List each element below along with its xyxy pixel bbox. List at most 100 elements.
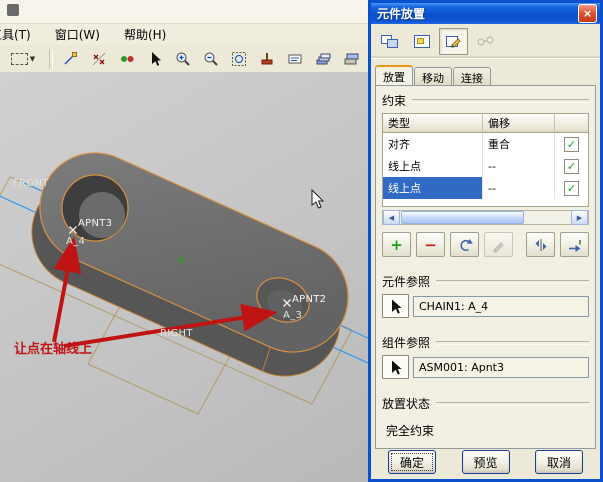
annotation-text: 让点在轴线上 bbox=[14, 338, 92, 357]
component-ref-select-button[interactable] bbox=[382, 294, 409, 318]
mouse-cursor bbox=[312, 190, 323, 208]
constraint-enabled-cell: ✓ bbox=[555, 133, 588, 155]
constraint-enabled-checkbox[interactable]: ✓ bbox=[564, 159, 579, 174]
view-manager-button[interactable] bbox=[338, 46, 364, 72]
add-constraint-button[interactable]: + bbox=[382, 232, 411, 257]
close-button[interactable]: × bbox=[578, 4, 597, 23]
menu-window[interactable]: 窗口(W) bbox=[53, 25, 102, 44]
selection-filter-icon bbox=[11, 53, 28, 65]
select-arrow-icon bbox=[388, 359, 404, 375]
placement-status-value: 完全约束 bbox=[386, 422, 589, 439]
3d-viewport[interactable]: FRONT RIGHT APNT3 A_4 APNT2 A_3 让点在轴线上 bbox=[0, 72, 368, 482]
menu-tools[interactable]: 工具(T) bbox=[0, 25, 33, 44]
constraint-row-3-selected[interactable]: 线上点 -- ✓ bbox=[383, 177, 588, 199]
constraint-type-selected: 线上点 bbox=[383, 177, 483, 199]
placement-tab-panel: 约束 类型 偏移 对齐 重合 ✓ 线上点 -- ✓ bbox=[375, 85, 596, 449]
datum-point-icon bbox=[91, 51, 107, 67]
snap-arrow-icon bbox=[567, 237, 583, 253]
check-icon: ✓ bbox=[567, 183, 576, 194]
constraint-actions: + − bbox=[382, 232, 589, 257]
tab-connect[interactable]: 连接 bbox=[453, 67, 491, 85]
dialog-tabs: 放置 移动 连接 bbox=[371, 59, 600, 85]
assembly-window-button[interactable] bbox=[407, 28, 436, 55]
dialog-footer: 确定 预览 取消 bbox=[374, 450, 597, 474]
constraints-table: 类型 偏移 对齐 重合 ✓ 线上点 -- ✓ 线上点 -- bbox=[382, 113, 589, 207]
constraint-enabled-checkbox[interactable]: ✓ bbox=[564, 137, 579, 152]
remove-constraint-button[interactable]: − bbox=[416, 232, 445, 257]
edit-constraint-button[interactable] bbox=[484, 232, 513, 257]
check-icon: ✓ bbox=[567, 139, 576, 150]
column-header-offset[interactable]: 偏移 bbox=[483, 114, 555, 133]
zoom-out-button[interactable] bbox=[198, 46, 224, 72]
tab-move[interactable]: 移动 bbox=[414, 67, 452, 85]
minus-icon: − bbox=[424, 236, 437, 254]
menu-help[interactable]: 帮助(H) bbox=[122, 25, 168, 44]
snap-constraint-button[interactable] bbox=[560, 232, 589, 257]
toolbar-separator bbox=[49, 49, 53, 69]
apnt3-label: APNT3 bbox=[78, 218, 112, 229]
a3-axis-label: A_3 bbox=[283, 310, 302, 321]
view-manager-icon bbox=[343, 51, 359, 67]
constraint-enabled-checkbox[interactable]: ✓ bbox=[564, 181, 579, 196]
selection-filter-button[interactable]: ▼ bbox=[2, 46, 44, 72]
column-header-type[interactable]: 类型 bbox=[383, 114, 483, 133]
constraints-section-label: 约束 bbox=[382, 92, 406, 109]
part-graphic bbox=[0, 72, 368, 482]
cad-application-window: 工具(T) 窗口(W) 帮助(H) ▼ bbox=[0, 0, 368, 482]
scroll-left-button[interactable]: ◀ bbox=[383, 210, 400, 225]
preview-button[interactable]: 预览 bbox=[462, 450, 510, 474]
column-header-enabled[interactable] bbox=[555, 114, 588, 133]
check-icon: ✓ bbox=[567, 161, 576, 172]
constraints-section-header: 约束 bbox=[382, 92, 589, 109]
reverse-arrow-icon bbox=[457, 237, 473, 253]
constraint-row-2[interactable]: 线上点 -- ✓ bbox=[383, 155, 588, 177]
allow-assumptions-button[interactable] bbox=[526, 232, 555, 257]
zoom-fit-button[interactable] bbox=[226, 46, 252, 72]
connections-button[interactable] bbox=[471, 28, 500, 55]
assembly-ref-header: 组件参照 bbox=[382, 334, 589, 351]
select-arrow-icon bbox=[147, 51, 163, 67]
edit-placement-icon bbox=[444, 33, 464, 50]
cancel-button[interactable]: 取消 bbox=[535, 450, 583, 474]
datum-display-icon bbox=[287, 51, 303, 67]
zoom-in-button[interactable] bbox=[170, 46, 196, 72]
constraint-offset: -- bbox=[483, 155, 555, 177]
scrollbar-thumb[interactable] bbox=[401, 211, 524, 224]
dialog-titlebar[interactable]: 元件放置 × bbox=[371, 3, 600, 24]
datum-display-button[interactable] bbox=[282, 46, 308, 72]
sketch-icon bbox=[63, 51, 79, 67]
section-rule bbox=[436, 402, 589, 406]
assembly-ref-row: ASM001: Apnt3 bbox=[382, 355, 589, 379]
select-tool-button[interactable] bbox=[142, 46, 168, 72]
left-hole-bottom bbox=[79, 192, 125, 238]
ok-button[interactable]: 确定 bbox=[388, 450, 436, 474]
coordinate-tool-button[interactable] bbox=[114, 46, 140, 72]
layers-button[interactable] bbox=[310, 46, 336, 72]
chevron-down-icon: ▼ bbox=[30, 55, 35, 63]
main-toolbar: ▼ bbox=[0, 45, 370, 73]
assembly-ref-field[interactable]: ASM001: Apnt3 bbox=[413, 357, 589, 378]
edit-placement-button[interactable] bbox=[439, 28, 468, 55]
component-ref-field[interactable]: CHAIN1: A_4 bbox=[413, 296, 589, 317]
close-icon: × bbox=[583, 7, 592, 20]
scroll-right-icon: ▶ bbox=[577, 214, 582, 222]
assembly-ref-select-button[interactable] bbox=[382, 355, 409, 379]
a4-axis-label: A_4 bbox=[66, 236, 85, 247]
repaint-button[interactable] bbox=[254, 46, 280, 72]
component-window-button[interactable] bbox=[375, 28, 404, 55]
right-datum-label: RIGHT bbox=[160, 328, 193, 339]
constraints-horizontal-scrollbar[interactable]: ◀ ▶ bbox=[382, 210, 589, 225]
tab-placement[interactable]: 放置 bbox=[375, 65, 413, 85]
status-section-header: 放置状态 bbox=[382, 395, 589, 412]
zoom-fit-icon bbox=[231, 51, 247, 67]
reverse-constraint-button[interactable] bbox=[450, 232, 479, 257]
constraint-row-1[interactable]: 对齐 重合 ✓ bbox=[383, 133, 588, 155]
section-rule bbox=[436, 280, 589, 284]
sketch-tool-button[interactable] bbox=[58, 46, 84, 72]
datum-point-tool-button[interactable] bbox=[86, 46, 112, 72]
constraint-enabled-cell: ✓ bbox=[555, 177, 588, 199]
menubar: 工具(T) 窗口(W) 帮助(H) bbox=[0, 24, 368, 45]
scroll-right-button[interactable]: ▶ bbox=[571, 210, 588, 225]
plus-icon: + bbox=[390, 236, 403, 254]
connections-icon bbox=[476, 33, 496, 50]
